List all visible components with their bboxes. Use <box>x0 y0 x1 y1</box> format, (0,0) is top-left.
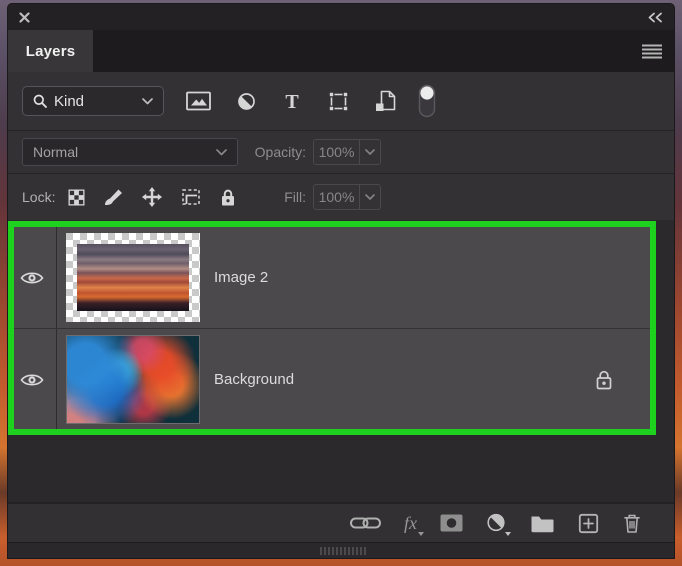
tab-layers[interactable]: Layers <box>8 30 93 72</box>
close-icon[interactable] <box>19 11 30 23</box>
opacity-input[interactable]: 100% <box>313 139 381 165</box>
effects-icon[interactable]: fx <box>404 513 424 536</box>
sunset-image <box>77 244 189 311</box>
lock-transparency-icon[interactable] <box>67 188 86 207</box>
panel-menu-icon[interactable] <box>642 44 662 59</box>
lock-position-icon[interactable] <box>141 186 163 208</box>
chevron-down-icon <box>142 97 153 104</box>
smart-object-filter-icon[interactable] <box>375 90 396 113</box>
layer-row-background[interactable]: Background <box>8 329 656 430</box>
layer-row-image2[interactable]: Image 2 <box>8 227 656 329</box>
fill-label: Fill: <box>284 189 306 205</box>
layer-thumbnail-image2[interactable] <box>66 233 200 322</box>
blend-mode-value: Normal <box>33 144 79 160</box>
panel-tab-row: Layers <box>8 30 674 72</box>
eye-icon[interactable] <box>20 372 44 388</box>
caret-down-icon <box>505 531 511 536</box>
type-filter-icon[interactable]: T <box>282 91 302 112</box>
opacity-value: 100% <box>318 144 355 160</box>
resize-grip[interactable] <box>320 547 368 555</box>
tab-row-spacer <box>93 30 674 72</box>
image-filter-icon[interactable] <box>186 91 211 111</box>
layers-panel: Layers Kind T Normal Opacity: 100% Lock:… <box>8 4 674 558</box>
visibility-cell[interactable] <box>8 329 57 430</box>
opacity-control: Opacity: 100% <box>240 139 381 165</box>
layers-list: Image 2 Background <box>8 220 674 502</box>
layer-thumbnail-background[interactable] <box>66 335 200 424</box>
fill-control: Fill: 100% <box>240 184 381 210</box>
adjustment-filter-icon[interactable] <box>236 91 257 112</box>
lock-icon <box>596 370 612 389</box>
lock-all-icon[interactable] <box>219 188 237 207</box>
fill-value: 100% <box>318 189 355 205</box>
layer-name[interactable]: Background <box>214 371 294 388</box>
tab-layers-label: Layers <box>25 42 76 60</box>
blend-mode-dropdown[interactable]: Normal <box>22 138 238 166</box>
filter-kind-label: Kind <box>54 92 85 110</box>
filter-type-icons: T <box>186 83 437 119</box>
chevron-down-icon <box>216 148 227 155</box>
group-icon[interactable] <box>530 514 555 533</box>
eye-icon[interactable] <box>20 270 44 286</box>
visibility-cell[interactable] <box>8 227 57 328</box>
layers-toolbar: fx <box>8 502 674 542</box>
fill-input[interactable]: 100% <box>313 184 381 210</box>
blend-bar: Normal Opacity: 100% <box>8 131 674 174</box>
svg-text:T: T <box>285 91 299 112</box>
lock-pixels-icon[interactable] <box>103 187 124 207</box>
panel-bottom-strip <box>8 542 674 558</box>
new-layer-icon[interactable] <box>578 513 599 534</box>
opacity-dropdown-icon[interactable] <box>360 148 380 156</box>
lock-artboard-icon[interactable] <box>180 187 202 207</box>
filter-toggle-switch[interactable] <box>417 83 437 119</box>
layer-locked-badge[interactable] <box>594 369 614 391</box>
panel-titlebar <box>8 4 674 30</box>
collapse-panel-icon[interactable] <box>647 12 663 23</box>
mask-icon[interactable] <box>440 514 463 532</box>
search-icon <box>33 94 47 108</box>
adjustment-icon[interactable] <box>486 513 511 536</box>
caret-down-icon <box>418 531 424 536</box>
shape-filter-icon[interactable] <box>327 90 350 113</box>
lock-bar: Lock: Fill: 100% <box>8 174 674 220</box>
opacity-label: Opacity: <box>254 144 306 160</box>
link-icon[interactable] <box>350 516 381 530</box>
lock-icons <box>67 186 237 208</box>
filter-kind-dropdown[interactable]: Kind <box>22 86 164 116</box>
fill-dropdown-icon[interactable] <box>360 193 380 201</box>
filter-bar: Kind T <box>8 72 674 131</box>
layer-name[interactable]: Image 2 <box>214 269 268 286</box>
lock-label: Lock: <box>22 189 56 205</box>
delete-icon[interactable] <box>622 513 642 534</box>
